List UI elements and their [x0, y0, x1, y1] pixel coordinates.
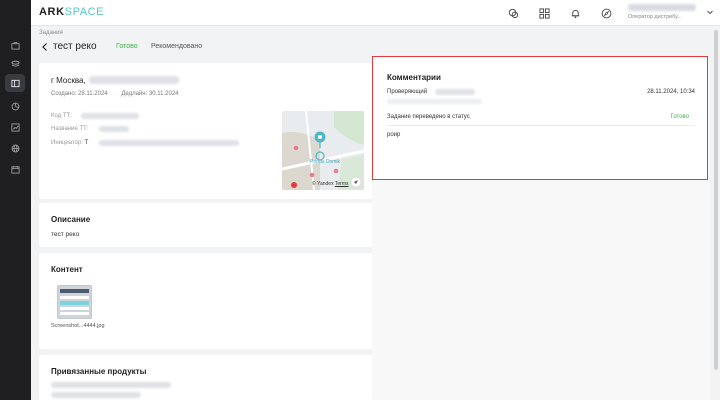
initiator-label: Инициатор: Т [51, 140, 89, 146]
attachment-thumbnail[interactable] [57, 285, 92, 319]
comment-meta-redacted [387, 99, 482, 104]
recommended-badge: Рекомендовано [151, 43, 203, 50]
breadcrumb[interactable]: Задания [39, 30, 63, 36]
outlet-code-redacted [81, 113, 139, 119]
globe-icon[interactable] [5, 139, 25, 157]
products-card: Привязанные продукты [39, 355, 372, 400]
app-logo[interactable]: ARKSPACE [39, 6, 104, 18]
chevron-down-icon[interactable] [706, 8, 714, 16]
comments-title: Комментарии [387, 73, 441, 82]
product-redacted-1 [51, 382, 171, 388]
divider [387, 125, 695, 126]
products-title: Привязанные продукты [51, 367, 147, 376]
deadline-date: Дедлайн: 30.11.2024 [121, 91, 179, 97]
location-map[interactable]: Portas Domik © Yandex Terms [282, 111, 364, 190]
comment-status-line: Задание переведено в статус [387, 114, 470, 120]
chart-icon[interactable] [5, 118, 25, 136]
dates-line: Создано: 28.11.2024 Дедлайн: 30.11.2024 [51, 91, 191, 97]
user-role: Оператор дистрибу... [628, 14, 682, 20]
bell-icon[interactable] [568, 6, 582, 20]
back-arrow-icon[interactable] [40, 42, 50, 52]
status-badge: Готово [116, 43, 138, 50]
user-menu[interactable]: Оператор дистрибу... [628, 3, 714, 23]
description-text: тест реко [51, 231, 80, 238]
outlet-name-redacted [99, 126, 129, 132]
apps-grid-icon[interactable] [537, 6, 551, 20]
comment-author-role: Проверяющий [387, 89, 428, 95]
calendar-icon[interactable] [5, 160, 25, 178]
briefcase-icon[interactable] [5, 36, 25, 54]
page-title: тест реко [53, 41, 97, 52]
map-attribution: © Yandex Terms [312, 181, 349, 187]
layers-icon[interactable] [5, 55, 25, 73]
comment-status-value: Готово [670, 114, 689, 120]
content-title: Контент [51, 265, 83, 274]
comment-author-redacted [435, 89, 475, 95]
product-redacted-2 [51, 392, 141, 398]
comments-panel: Комментарии Проверяющий 28.11.2024, 10:3… [372, 56, 708, 180]
compass-icon[interactable] [599, 6, 613, 20]
scrollbar[interactable] [714, 30, 718, 370]
map-place-label: Portas Domik [310, 159, 341, 165]
outlet-code-label: Код ТТ: [51, 113, 72, 119]
attachment-file-name: Screenshot...4444.jpg [51, 323, 105, 329]
comment-date: 28.11.2024, 10:34 [647, 89, 695, 95]
address-redacted [89, 76, 179, 84]
created-date: Создано: 28.11.2024 [51, 91, 108, 97]
comment-text: роир [387, 132, 401, 138]
description-title: Описание [51, 215, 91, 224]
address: г Москва, [51, 76, 86, 85]
initiator-redacted [99, 140, 239, 146]
user-name-redacted [628, 4, 696, 11]
top-bar: ARKSPACE Оператор дистрибу... [31, 0, 720, 26]
task-info-card: г Москва, Создано: 28.11.2024 Дедлайн: 3… [39, 63, 372, 199]
initiator-initial: Т [84, 140, 89, 146]
outlet-name-label: Название ТТ: [51, 126, 89, 132]
content-card: Контент Screenshot...4444.jpg [39, 253, 372, 349]
description-card: Описание тест реко [39, 203, 372, 247]
pie-icon[interactable] [5, 97, 25, 115]
tasks-icon[interactable] [5, 74, 25, 92]
left-sidebar [0, 0, 31, 400]
support-chat-icon[interactable] [506, 6, 520, 20]
